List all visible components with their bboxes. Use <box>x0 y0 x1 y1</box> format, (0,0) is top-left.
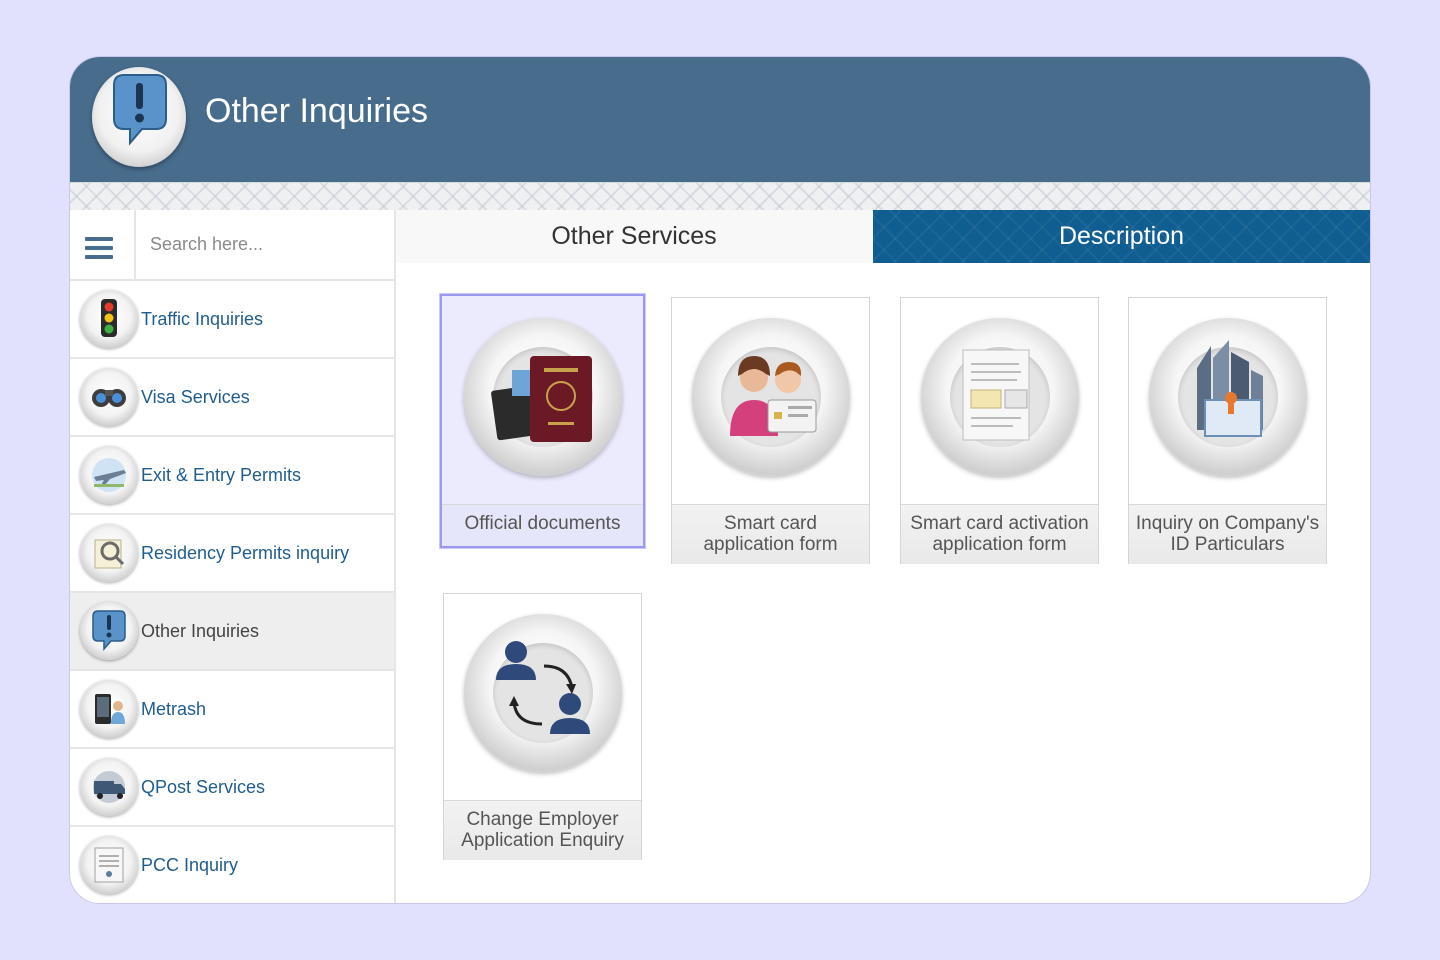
card-label-line: Application Enquiry <box>461 830 624 851</box>
card-label-line: Change Employer <box>466 809 619 830</box>
sidebar-item-exit-entry-permits[interactable]: Exit & Entry Permits <box>70 437 394 515</box>
sidebar-item-label: Exit & Entry Permits <box>141 465 302 485</box>
card-label: Smart card activation application form <box>901 504 1098 564</box>
binoculars-icon <box>80 368 138 426</box>
card-label-line: application form <box>703 534 838 555</box>
exclamation-speech-bubble-icon <box>92 67 186 167</box>
card-label: Change Employer Application Enquiry <box>444 800 641 860</box>
sidebar-item-other-inquiries[interactable]: Other Inquiries <box>70 593 394 671</box>
sidebar-item-pcc-inquiry[interactable]: PCC Inquiry <box>70 827 394 903</box>
sidebar-nav: Traffic Inquiries Visa Services Exit & E… <box>70 281 394 903</box>
traffic-light-icon <box>80 290 138 348</box>
tab-other-services[interactable]: Other Services <box>396 210 872 263</box>
sidebar-item-label: Traffic Inquiries <box>141 309 264 329</box>
card-label-line: Smart card activation <box>910 513 1089 534</box>
sidebar-item-residency-permits-inquiry[interactable]: Residency Permits inquiry <box>70 515 394 593</box>
tab-bar: Other Services Description <box>396 210 1370 263</box>
service-card-change-employer[interactable]: Change Employer Application Enquiry <box>443 593 642 860</box>
sidebar-item-label: Other Inquiries <box>141 621 260 641</box>
airplane-icon <box>80 446 138 504</box>
passport-icon <box>464 318 622 476</box>
card-label-line: Smart card <box>724 513 817 534</box>
sidebar: Traffic Inquiries Visa Services <box>70 210 396 903</box>
sidebar-item-label: Residency Permits inquiry <box>141 543 350 563</box>
certificate-icon <box>80 836 138 894</box>
search-bar <box>70 210 394 281</box>
app-window: Other Inquiries Traffic Inquiries <box>70 57 1370 903</box>
sidebar-item-traffic-inquiries[interactable]: Traffic Inquiries <box>70 281 394 359</box>
document-form-icon <box>921 318 1079 476</box>
search-input[interactable] <box>136 210 386 279</box>
sidebar-item-label: PCC Inquiry <box>141 855 239 875</box>
card-label: Smart card application form <box>672 504 869 564</box>
card-label-line: application form <box>932 534 1067 555</box>
sidebar-item-qpost-services[interactable]: QPost Services <box>70 749 394 827</box>
service-card-smart-card-application[interactable]: Smart card application form <box>671 297 870 564</box>
card-label-line: Inquiry on Company's <box>1135 513 1320 534</box>
change-employer-arrows-icon <box>464 614 622 772</box>
metrash-phone-icon <box>80 680 138 738</box>
service-card-company-id-particulars[interactable]: Inquiry on Company's ID Particulars <box>1128 297 1327 564</box>
card-label: Official documents <box>442 504 643 546</box>
card-label-line: ID Particulars <box>1170 534 1285 555</box>
tab-description[interactable]: Description <box>873 210 1370 263</box>
service-card-smart-card-activation[interactable]: Smart card activation application form <box>900 297 1099 564</box>
sidebar-item-label: Visa Services <box>141 387 250 407</box>
decorative-pattern-strip <box>70 182 1370 211</box>
delivery-truck-icon <box>80 758 138 816</box>
page-header: Other Inquiries <box>70 57 1370 182</box>
magnifier-document-icon <box>80 524 138 582</box>
sidebar-item-metrash[interactable]: Metrash <box>70 671 394 749</box>
card-label-line: Official documents <box>464 513 621 534</box>
hamburger-menu-icon[interactable] <box>70 210 136 279</box>
card-label: Inquiry on Company's ID Particulars <box>1129 504 1326 564</box>
company-building-certificate-icon <box>1149 318 1307 476</box>
smart-card-people-icon <box>692 318 850 476</box>
service-card-official-documents[interactable]: Official documents <box>440 294 645 548</box>
sidebar-item-label: Metrash <box>141 699 207 719</box>
exclamation-speech-bubble-icon <box>80 602 138 660</box>
sidebar-item-visa-services[interactable]: Visa Services <box>70 359 394 437</box>
sidebar-item-label: QPost Services <box>141 777 266 797</box>
page-title: Other Inquiries <box>205 92 428 130</box>
